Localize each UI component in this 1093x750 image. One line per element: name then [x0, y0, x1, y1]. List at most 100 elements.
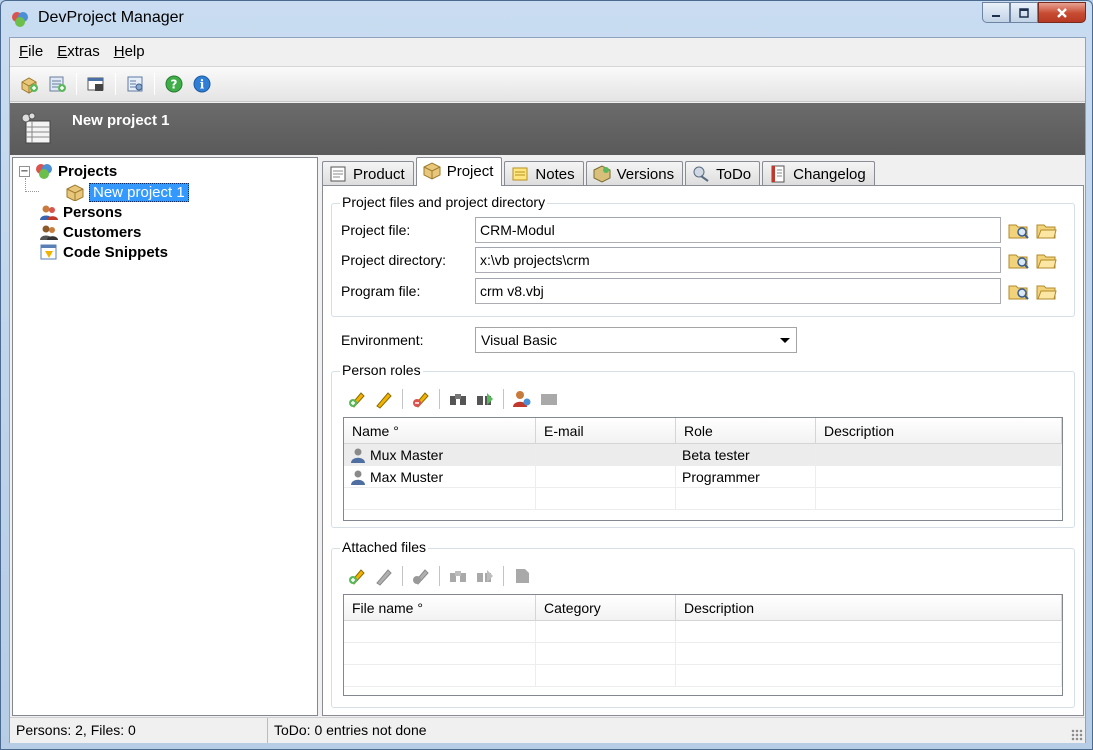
column-header-email[interactable]: E-mail	[536, 418, 676, 443]
open-folder-icon[interactable]	[1035, 280, 1057, 302]
delete-file-button[interactable]	[409, 564, 433, 588]
edit-person-button[interactable]	[372, 387, 396, 411]
person-roles-toolbar	[345, 386, 561, 412]
tree-item-persons[interactable]: Persons	[39, 202, 122, 222]
person-roles-grid: Name ° E-mail Role Description Mux Maste…	[343, 417, 1063, 521]
assign-person-button[interactable]	[510, 387, 534, 411]
notes-icon	[512, 167, 528, 181]
tree-label-persons: Persons	[63, 203, 123, 221]
edit-file-button[interactable]	[372, 564, 396, 588]
search-file-button[interactable]	[446, 564, 470, 588]
column-header-file-name[interactable]: File name °	[344, 595, 536, 620]
info-icon: i	[193, 75, 211, 93]
tree-item-customers[interactable]: Customers	[39, 222, 141, 242]
tab-versions-label: Versions	[616, 165, 675, 183]
tree-label-code-snippets: Code Snippets	[63, 243, 169, 261]
tab-project[interactable]: Project	[415, 157, 503, 186]
add-person-button[interactable]	[345, 387, 369, 411]
person-icon	[351, 448, 365, 463]
window-title: DevProject Manager	[38, 9, 184, 26]
pencil-icon	[376, 392, 392, 409]
tab-notes-label: Notes	[535, 165, 575, 183]
tab-versions[interactable]: Versions	[585, 161, 684, 186]
group-title: Project files and project directory	[340, 194, 548, 210]
help-button[interactable]: ?	[161, 71, 187, 97]
project-header-icon	[21, 112, 51, 144]
code-snippets-icon	[40, 244, 57, 260]
group-title: Attached files	[340, 539, 429, 555]
binoculars-icon	[450, 394, 466, 405]
project-file-field[interactable]	[475, 217, 1001, 243]
report-button[interactable]	[83, 71, 109, 97]
open-folder-icon[interactable]	[1035, 219, 1057, 241]
delete-person-button[interactable]	[409, 387, 433, 411]
grid-header: File name ° Category Description	[344, 595, 1062, 621]
add-pencil-icon	[349, 569, 365, 585]
project-directory-field[interactable]	[475, 247, 1001, 273]
add-item-button[interactable]	[44, 71, 70, 97]
settings-button[interactable]	[122, 71, 148, 97]
project-file-label: Project file:	[341, 222, 411, 238]
table-row[interactable]: Mux Master Beta tester	[344, 444, 1062, 466]
open-file-button[interactable]	[510, 564, 534, 588]
find-next-file-button[interactable]	[473, 564, 497, 588]
program-file-field[interactable]	[475, 278, 1001, 304]
collapse-icon[interactable]: −	[19, 165, 30, 177]
minimize-button[interactable]	[982, 2, 1010, 23]
cell-role: Beta tester	[676, 444, 816, 465]
column-header-description[interactable]: Description	[816, 418, 1062, 443]
toolbar-separator	[115, 73, 116, 95]
tree-item-code-snippets[interactable]: Code Snippets	[39, 242, 168, 262]
status-persons-files: Persons: 2, Files: 0	[10, 718, 268, 743]
toolbar-separator	[439, 389, 440, 409]
table-row[interactable]: Max Muster Programmer	[344, 466, 1062, 488]
toolbar-separator	[76, 73, 77, 95]
person-disabled-button[interactable]	[537, 387, 561, 411]
resize-grip-icon[interactable]	[1071, 729, 1083, 741]
tab-product-label: Product	[353, 165, 405, 183]
environment-select[interactable]: Visual Basic	[475, 327, 797, 353]
menu-extras[interactable]: Extras	[50, 43, 107, 60]
project-box-icon	[66, 184, 84, 201]
window-controls	[982, 2, 1086, 23]
new-project-button[interactable]	[16, 71, 42, 97]
cell-email	[536, 444, 676, 465]
column-header-description[interactable]: Description	[676, 595, 1062, 620]
cell-name: Mux Master	[344, 444, 536, 465]
toolbar-separator	[503, 389, 504, 409]
tree-item-projects[interactable]: − Projects	[19, 161, 117, 181]
cell-role: Programmer	[676, 466, 816, 487]
column-header-role[interactable]: Role	[676, 418, 816, 443]
help-icon: ?	[165, 75, 183, 93]
menu-file[interactable]: File	[12, 43, 50, 60]
browse-search-icon[interactable]	[1007, 249, 1029, 271]
column-header-name[interactable]: Name °	[344, 418, 536, 443]
menu-help[interactable]: Help	[107, 43, 152, 60]
person-name: Mux Master	[370, 446, 444, 463]
customers-icon	[40, 225, 58, 240]
search-person-button[interactable]	[446, 387, 470, 411]
browse-search-icon[interactable]	[1007, 280, 1029, 302]
cell-email	[536, 466, 676, 487]
product-icon	[330, 166, 346, 182]
info-button[interactable]: i	[189, 71, 215, 97]
title-bar[interactable]: DevProject Manager	[1, 1, 1092, 37]
open-folder-icon[interactable]	[1035, 249, 1057, 271]
maximize-button[interactable]	[1010, 2, 1038, 23]
table-row-empty	[344, 665, 1062, 687]
todo-icon	[693, 166, 709, 182]
tab-notes[interactable]: Notes	[504, 161, 584, 186]
column-header-category[interactable]: Category	[536, 595, 676, 620]
pencil-disabled-icon	[376, 569, 392, 586]
tab-changelog[interactable]: Changelog	[762, 161, 875, 186]
tab-changelog-label: Changelog	[793, 165, 866, 183]
tab-todo[interactable]: ToDo	[685, 161, 761, 186]
tab-product[interactable]: Product	[322, 161, 414, 186]
tree-label-projects: Projects	[58, 162, 118, 180]
close-button[interactable]	[1038, 2, 1086, 23]
add-file-button[interactable]	[345, 564, 369, 588]
browse-search-icon[interactable]	[1007, 219, 1029, 241]
tree-item-new-project-1[interactable]: New project 1	[65, 182, 189, 202]
status-bar: Persons: 2, Files: 0 ToDo: 0 entries not…	[10, 717, 1085, 743]
find-next-person-button[interactable]	[473, 387, 497, 411]
